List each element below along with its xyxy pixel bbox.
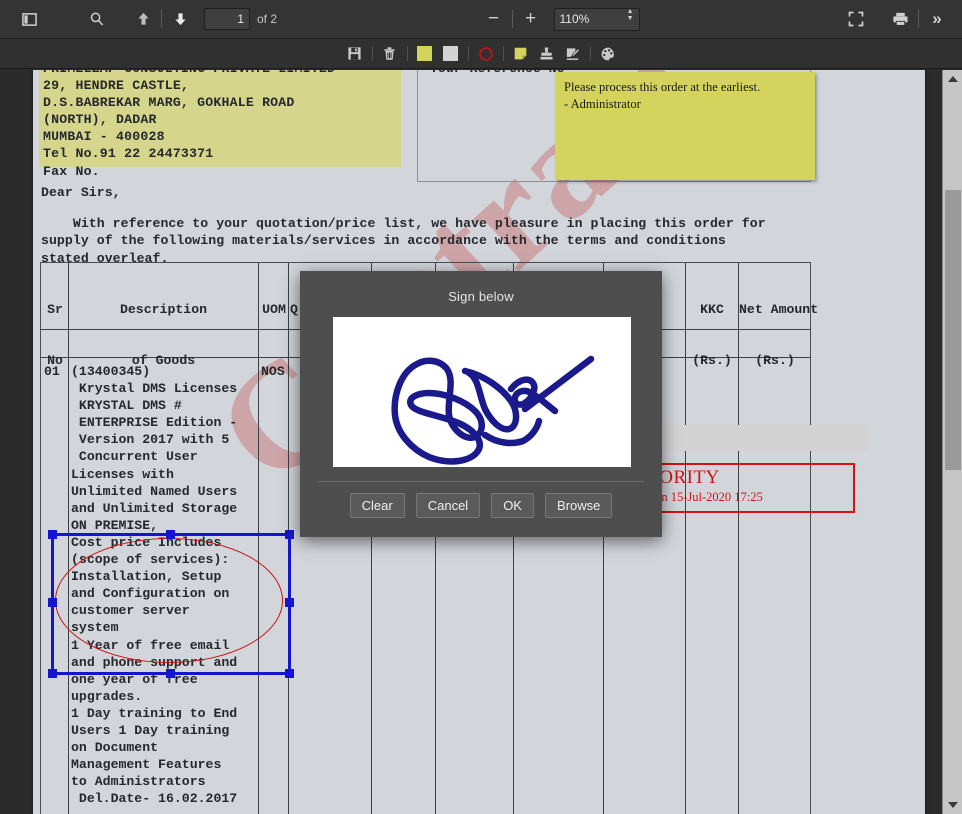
annotation-selection-box[interactable] (48, 530, 294, 678)
whiteout-color-swatch (443, 46, 458, 61)
table-header-net-amount-line1: Net Amount (739, 302, 819, 317)
table-row-uom: NOS (261, 364, 285, 379)
signature-tool-button[interactable] (560, 42, 586, 66)
page-number-input[interactable]: 1 (204, 8, 250, 30)
resize-handle-middle-right[interactable] (285, 598, 294, 607)
chevron-updown-icon: ▲ ▼ (626, 8, 634, 22)
toolbar-separator-1 (161, 10, 162, 28)
table-header-kkc-line1: KKC (700, 302, 724, 317)
sticky-note-line-2: - Administrator (564, 96, 641, 111)
vertical-scrollbar[interactable] (942, 70, 962, 814)
stamp-annotation[interactable]: HORITY r On 15-Jul-2020 17:25 (637, 463, 855, 513)
header-divider-vertical (417, 70, 418, 182)
signature-dialog-actions: Clear Cancel OK Browse (300, 493, 662, 518)
table-header-uom-line1: UOM (262, 302, 286, 317)
annotation-separator-2 (406, 46, 408, 61)
resize-handle-bottom-right[interactable] (285, 669, 294, 678)
your-reference-label: Your Reference No- (430, 70, 572, 77)
main-toolbar: 1 of 2 − + 110% ▲ ▼ » (0, 0, 962, 39)
ok-button[interactable]: OK (491, 493, 534, 518)
zoom-level-select[interactable]: 110% ▲ ▼ (553, 7, 640, 31)
previous-page-button[interactable] (128, 6, 158, 32)
sticky-note-annotation[interactable]: Please process this order at the earlies… (555, 72, 815, 180)
table-header-description-line1: Description (119, 302, 208, 317)
more-tools-button[interactable]: » (922, 6, 952, 32)
presentation-mode-button[interactable] (841, 6, 871, 32)
annotation-separator-5 (589, 46, 591, 61)
browse-button[interactable]: Browse (544, 493, 613, 518)
table-header-net-amount-line2: (Rs.) (755, 353, 795, 368)
highlight-tool-button[interactable] (412, 42, 438, 66)
sidebar-toggle-button[interactable] (14, 6, 44, 32)
resize-handle-top-left[interactable] (48, 530, 57, 539)
sticky-note-tool-button[interactable] (508, 42, 534, 66)
ellipse-tool-button[interactable] (473, 42, 499, 66)
signature-dialog: Sign below Clear Cancel OK Browse (300, 271, 662, 537)
whiteout-tool-button[interactable] (438, 42, 464, 66)
next-page-button[interactable] (165, 6, 195, 32)
header-divider-horizontal (417, 181, 811, 182)
zoom-level-value: 110% (559, 12, 590, 26)
annotation-toolbar (0, 39, 962, 69)
resize-handle-top-center[interactable] (166, 530, 175, 539)
whiteout-annotation[interactable] (637, 425, 868, 451)
stamp-tool-button[interactable] (534, 42, 560, 66)
stamp-subtitle: r On 15-Jul-2020 17:25 (645, 490, 763, 504)
scrollbar-thumb[interactable] (945, 190, 961, 470)
table-header-kkc: KKC (Rs.) (686, 267, 738, 403)
cancel-button[interactable]: Cancel (415, 493, 481, 518)
stamp-title: HORITY (645, 467, 720, 488)
scroll-up-arrow-icon[interactable] (943, 70, 962, 88)
table-header-uom: UOM (259, 267, 289, 352)
pdf-viewer-window: 1 of 2 − + 110% ▲ ▼ » 29, HENDRE CASTLE,… (0, 0, 962, 814)
annotation-separator-3 (467, 46, 469, 61)
print-button[interactable] (885, 6, 915, 32)
resize-handle-bottom-center[interactable] (166, 669, 175, 678)
scroll-down-arrow-icon[interactable] (943, 796, 962, 814)
clear-button[interactable]: Clear (349, 493, 405, 518)
annotation-separator-4 (502, 46, 504, 61)
resize-handle-middle-left[interactable] (48, 598, 57, 607)
salutation-text: Dear Sirs, (41, 185, 121, 200)
resize-handle-top-right[interactable] (285, 530, 294, 539)
vendor-address-text: PRIMELEAF CONSULTING PRIVATE LIMITED 29,… (43, 70, 335, 179)
signature-dialog-title: Sign below (448, 289, 514, 304)
table-header-kkc-line2: (Rs.) (692, 353, 732, 368)
resize-handle-bottom-left[interactable] (48, 669, 57, 678)
table-header-sr-no-line1: Sr (47, 302, 63, 317)
search-icon[interactable] (82, 6, 112, 32)
signature-dialog-divider (318, 481, 644, 482)
annotation-separator-1 (371, 46, 373, 61)
toolbar-separator-2 (511, 10, 513, 28)
toolbar-separator-3 (918, 10, 920, 28)
body-paragraph-text: With reference to your quotation/price l… (41, 216, 766, 266)
highlight-color-swatch (417, 46, 432, 61)
page-count-label: of 2 (257, 12, 278, 26)
save-annotations-button[interactable] (342, 42, 368, 66)
zoom-out-button[interactable]: − (479, 6, 509, 32)
signature-canvas[interactable] (333, 317, 631, 467)
zoom-in-button[interactable]: + (516, 6, 546, 32)
sticky-note-line-1: Please process this order at the earlies… (564, 80, 761, 94)
table-header-sr-no: Sr No (42, 267, 68, 403)
delete-annotation-button[interactable] (377, 42, 403, 66)
table-row-sr-no: 01 (44, 364, 60, 379)
color-palette-tool-button[interactable] (595, 42, 621, 66)
table-header-net-amount: Net Amount (Rs.) (739, 267, 819, 403)
